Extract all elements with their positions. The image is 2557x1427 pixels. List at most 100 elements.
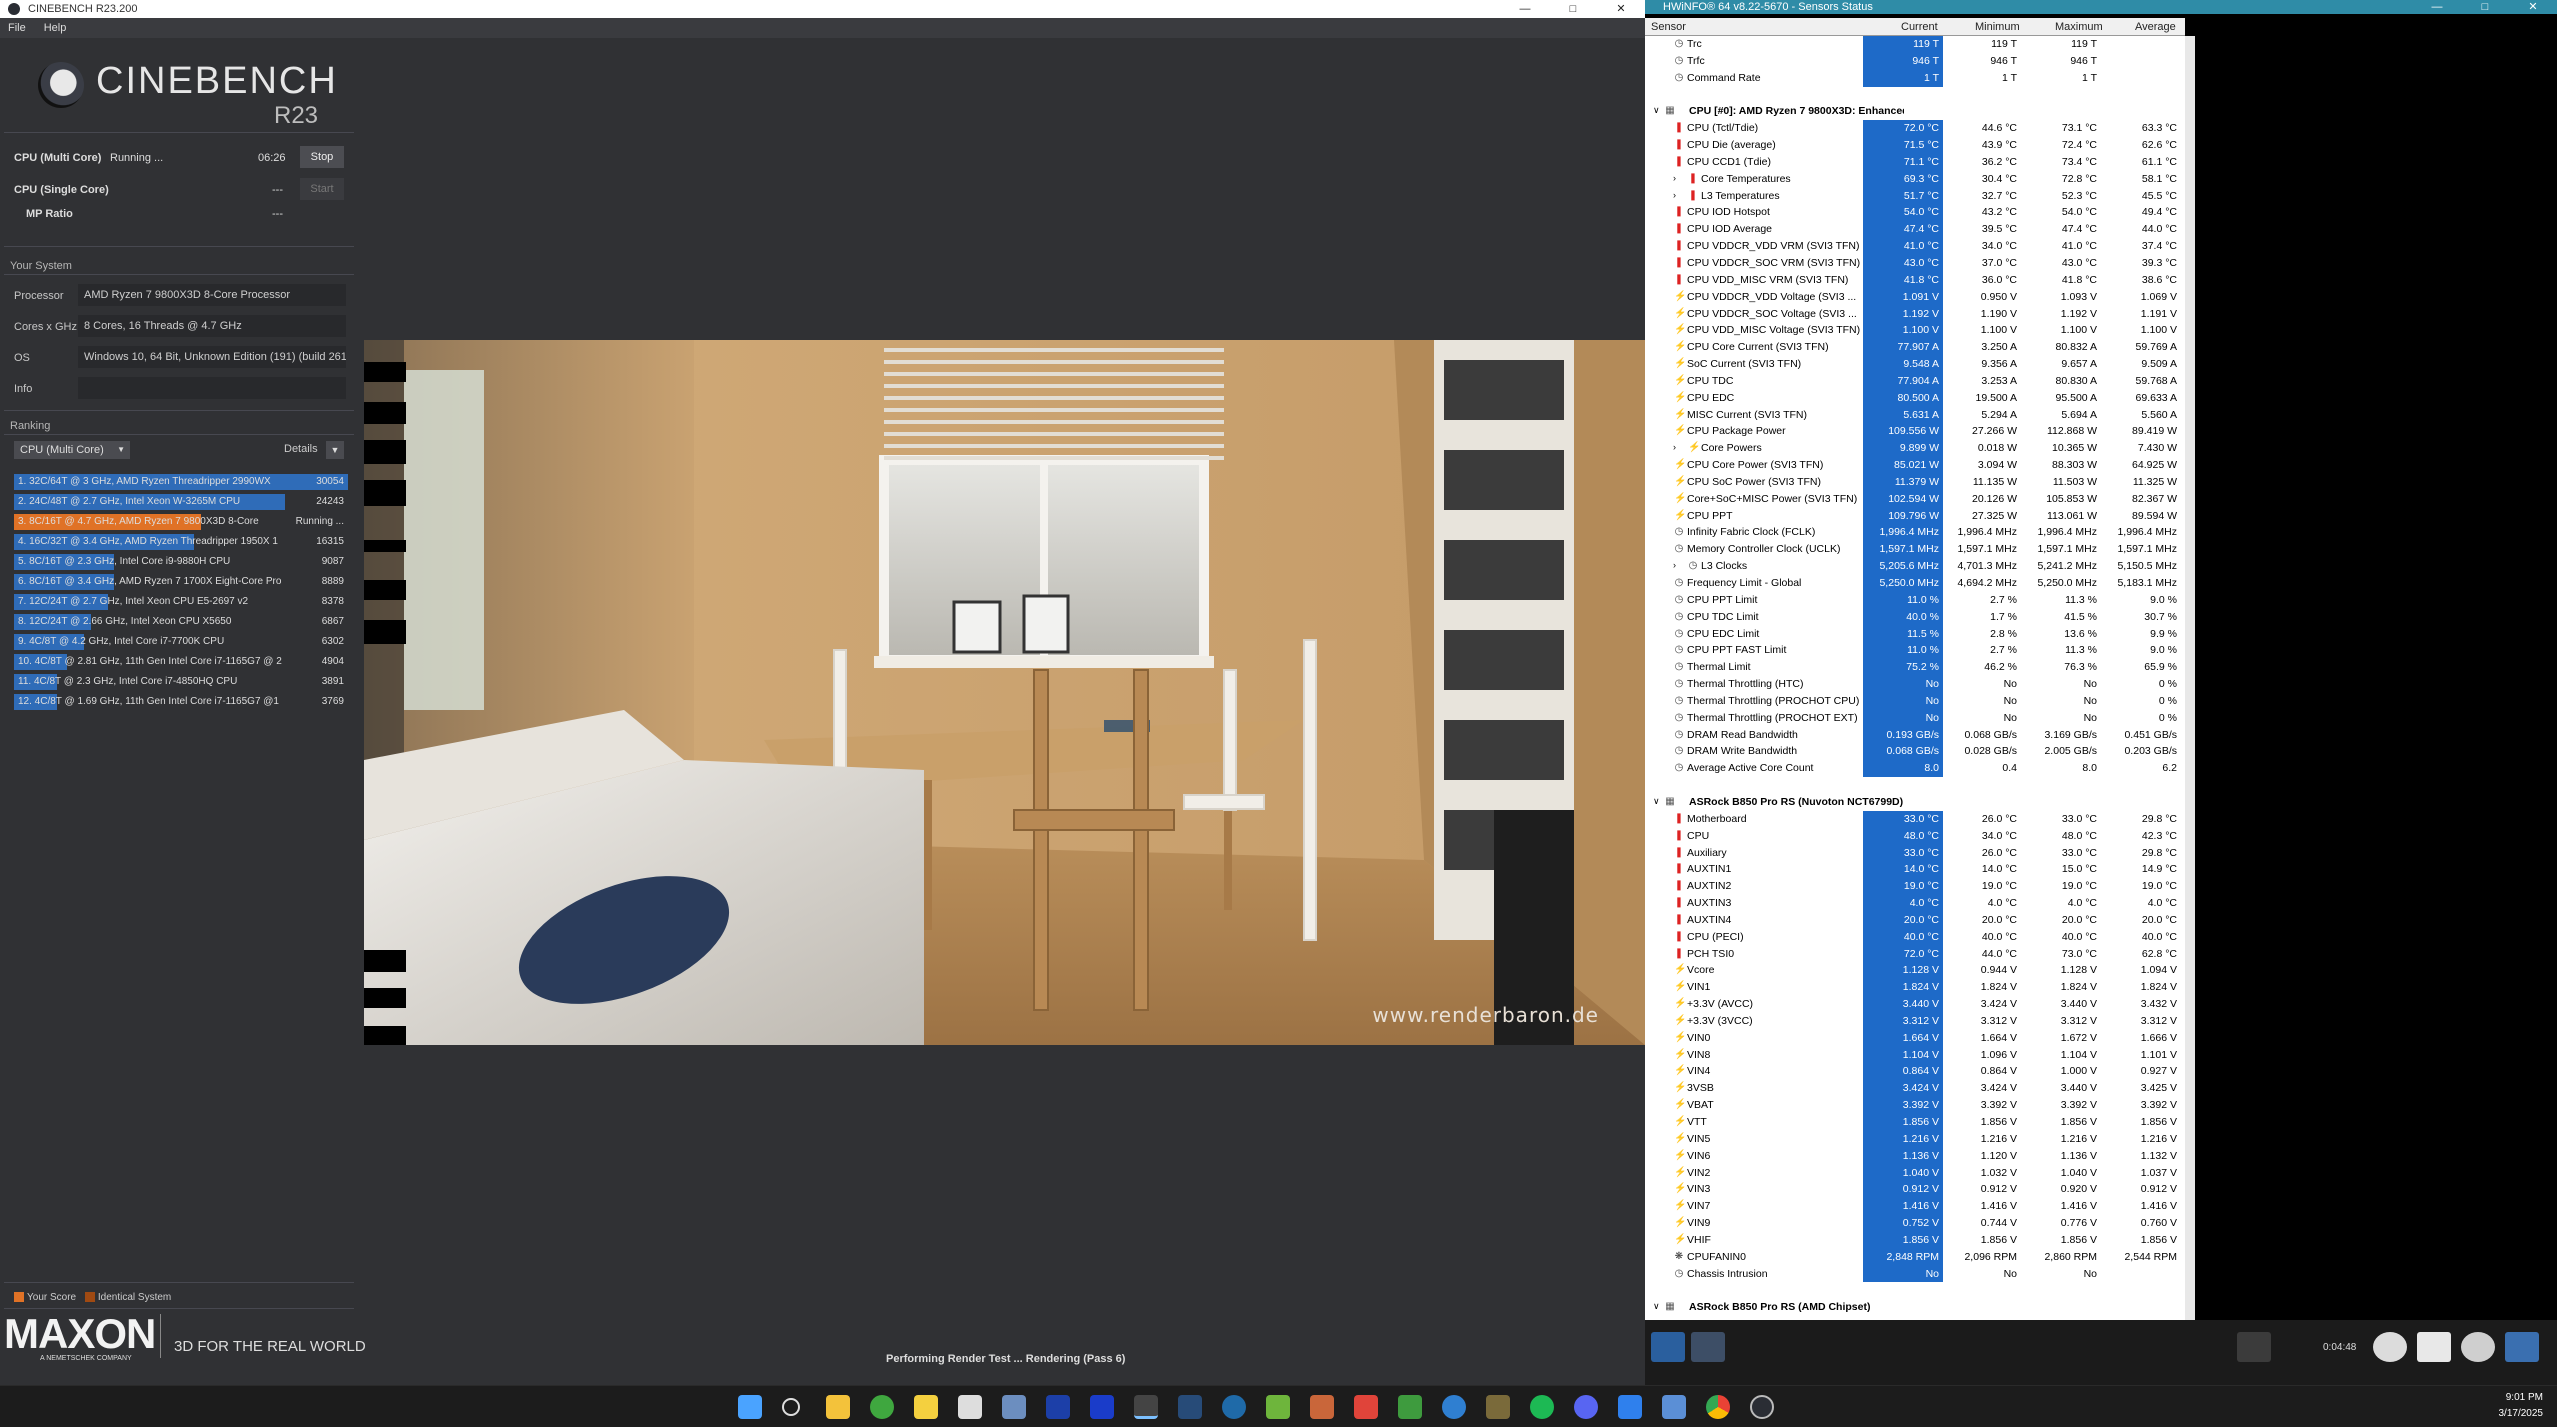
sensor-row[interactable]: ⚡ VTT 1.856 V 1.856 V 1.856 V 1.856 V [1645, 1114, 2185, 1131]
app-icon-12[interactable] [1618, 1395, 1642, 1419]
sensor-scrollbar[interactable] [2185, 36, 2195, 1320]
sensor-row[interactable]: ❚ CPU (PECI) 40.0 °C 40.0 °C 40.0 °C 40.0 °C [1645, 928, 2185, 946]
menu-file[interactable]: File [8, 22, 26, 34]
discord-icon[interactable] [1574, 1395, 1598, 1419]
sensor-row[interactable]: ⚡ CPU Core Current (SVI3 TFN) 77.907 A 3.25… [1645, 339, 2185, 357]
sensor-row[interactable]: ⚡ VIN1 1.824 V 1.824 V 1.824 V 1.824 V [1645, 979, 2185, 997]
sensor-row[interactable]: ⚡ CPU VDD_MISC Voltage (SVI3 TFN) 1.100 V1… [1645, 322, 2185, 340]
sensor-row[interactable]: ⚡ CPU PPT 109.796 W 27.325 W 113.061 W 89.594… [1645, 507, 2185, 525]
sensor-row[interactable]: ❚ CPU VDDCR_SOC VRM (SVI3 TFN) 43.0 °C 37.0… [1645, 254, 2185, 272]
sensor-row[interactable]: ⚡ +3.3V (AVCC) 3.440 V 3.424 V 3.440 V 3.432 … [1645, 996, 2185, 1013]
settings-gear-icon[interactable] [2461, 1332, 2495, 1362]
sensor-row[interactable]: ⚡ Vcore 1.128 V 0.944 V 1.128 V 1.094 V [1645, 962, 2185, 980]
spotify-icon[interactable] [1530, 1395, 1554, 1419]
app-icon-5[interactable] [1090, 1395, 1114, 1419]
sensor-row[interactable]: › ❚ Core Temperatures 69.3 °C 30.4 °C 72.8 °C… [1645, 170, 2185, 188]
sensor-row[interactable]: › ⚡ Core Powers 9.899 W 0.018 W 10.365 W 7.430… [1645, 440, 2185, 458]
minimize-icon[interactable]: — [1501, 0, 1549, 18]
info-field[interactable] [78, 377, 346, 399]
sensor-row[interactable]: ◷ Frequency Limit - Global 5,250.0 MHz 4,69… [1645, 575, 2185, 592]
app-icon-11[interactable] [1486, 1395, 1510, 1419]
col-maximum[interactable]: Maximum [2055, 21, 2103, 33]
hwinfo-titlebar[interactable]: HWiNFO® 64 v8.22-5670 - Sensors Status —… [1645, 0, 2557, 14]
ranking-row[interactable]: 9. 4C/8T @ 4.2 GHz, Intel Core i7-7700K … [14, 632, 348, 652]
hwinfo-taskbar-icon[interactable] [1134, 1395, 1158, 1419]
details-toggle-icon[interactable]: ▼ [326, 441, 344, 459]
sensor-row[interactable]: ⚡ VIN4 0.864 V 0.864 V 1.000 V 0.927 V [1645, 1063, 2185, 1081]
sensor-row[interactable]: ◷ Chassis Intrusion No No No [1645, 1265, 2185, 1283]
chrome-icon[interactable] [1706, 1395, 1730, 1419]
sensor-row[interactable]: ⚡ CPU VDDCR_VDD Voltage (SVI3 ... 1.091 V0… [1645, 288, 2185, 306]
sensor-row[interactable]: ⚡ VBAT 3.392 V 3.392 V 3.392 V 3.392 V [1645, 1097, 2185, 1114]
app-icon-3[interactable] [1002, 1395, 1026, 1419]
sensor-row[interactable]: ❚ AUXTIN4 20.0 °C 20.0 °C 20.0 °C 20.0 °C [1645, 911, 2185, 929]
search-icon[interactable] [782, 1398, 800, 1416]
sensor-row[interactable]: ◷ Trc 119 T 119 T 119 T [1645, 36, 2185, 53]
ranking-row[interactable]: 11. 4C/8T @ 2.3 GHz, Intel Core i7-4850H… [14, 672, 348, 692]
ranking-row[interactable]: 2. 24C/48T @ 2.7 GHz, Intel Xeon W-3265M… [14, 492, 348, 512]
col-minimum[interactable]: Minimum [1975, 21, 2020, 33]
report-icon[interactable] [2417, 1332, 2451, 1362]
sensor-row[interactable]: ⚡ Core+SoC+MISC Power (SVI3 TFN) 102.594 W… [1645, 490, 2185, 508]
sensor-row[interactable]: ⚡ 3VSB 3.424 V 3.424 V 3.440 V 3.425 V [1645, 1080, 2185, 1098]
sensor-row[interactable]: ◷ DRAM Write Bandwidth 0.068 GB/s 0.028 GB/… [1645, 743, 2185, 761]
ranking-row[interactable]: 7. 12C/24T @ 2.7 GHz, Intel Xeon CPU E5-… [14, 592, 348, 612]
app-icon-9[interactable] [1354, 1395, 1378, 1419]
network-icon[interactable] [2237, 1332, 2271, 1362]
file-explorer-icon[interactable] [826, 1395, 850, 1419]
expand-chevron-icon[interactable]: › [1673, 190, 1676, 200]
sensor-row[interactable]: ⚡ VIN6 1.136 V 1.120 V 1.136 V 1.132 V [1645, 1147, 2185, 1165]
col-average[interactable]: Average [2135, 21, 2176, 33]
sensor-row[interactable]: ◷ Infinity Fabric Clock (FCLK) 1,996.4 MHz… [1645, 524, 2185, 542]
col-sensor[interactable]: Sensor [1651, 21, 1686, 33]
collapse-right-icon[interactable] [1691, 1332, 1725, 1362]
sensor-row[interactable]: › ❚ L3 Temperatures 51.7 °C 32.7 °C 52.3 °C 45… [1645, 187, 2185, 205]
sensor-row[interactable]: ◷ Memory Controller Clock (UCLK) 1,597.1 M… [1645, 541, 2185, 559]
expand-chevron-icon[interactable]: › [1673, 560, 1676, 570]
app-icon-4[interactable] [1046, 1395, 1070, 1419]
sensor-row[interactable]: ◷ Trfc 946 T 946 T 946 T [1645, 52, 2185, 70]
expand-chevron-icon[interactable]: ∨ [1653, 105, 1660, 116]
collapse-left-icon[interactable] [1651, 1332, 1685, 1362]
sensor-row[interactable]: ◷ Thermal Throttling (PROCHOT CPU) No No No 0… [1645, 692, 2185, 710]
ranking-row[interactable]: 3. 8C/16T @ 4.7 GHz, AMD Ryzen 7 9800X3D… [14, 512, 348, 532]
sensor-row[interactable]: ❚ CPU IOD Hotspot 54.0 °C 43.2 °C 54.0 °C 49.… [1645, 204, 2185, 222]
sensor-row[interactable]: ⚡ VIN7 1.416 V 1.416 V 1.416 V 1.416 V [1645, 1198, 2185, 1216]
maximize-icon[interactable]: □ [1549, 0, 1597, 18]
sensor-row[interactable]: ❚ PCH TSI0 72.0 °C 44.0 °C 73.0 °C 62.8 °C [1645, 945, 2185, 963]
col-current[interactable]: Current [1901, 21, 1938, 33]
system-clock[interactable]: 9:01 PM 3/17/2025 [2499, 1390, 2544, 1422]
xbox-icon[interactable] [870, 1395, 894, 1419]
sensor-row[interactable]: ⚡ VHIF 1.856 V 1.856 V 1.856 V 1.856 V [1645, 1231, 2185, 1249]
sensor-row[interactable]: ⚡ CPU TDC 77.904 A 3.253 A 80.830 A 59.768 A [1645, 372, 2185, 390]
sensor-group-row[interactable]: ∨ ▦ ASRock B850 Pro RS (Nuvoton NCT6799D) [1645, 794, 2185, 811]
app-icon-6[interactable] [1222, 1395, 1246, 1419]
menu-help[interactable]: Help [44, 22, 67, 34]
sensor-row[interactable]: ❚ CPU Die (average) 71.5 °C 43.9 °C 72.4 °C 6… [1645, 137, 2185, 154]
sensor-row[interactable]: ❚ AUXTIN3 4.0 °C 4.0 °C 4.0 °C 4.0 °C [1645, 895, 2185, 912]
sensor-row[interactable]: ❚ Motherboard 33.0 °C 26.0 °C 33.0 °C 29.8 °C [1645, 810, 2185, 828]
sensor-row[interactable]: ⚡ CPU SoC Power (SVI3 TFN) 11.379 W 11.135 … [1645, 473, 2185, 491]
ranking-row[interactable]: 4. 16C/32T @ 3.4 GHz, AMD Ryzen Threadri… [14, 532, 348, 552]
start-icon[interactable] [738, 1395, 762, 1419]
sensor-row[interactable]: ◷ CPU PPT Limit 11.0 % 2.7 % 11.3 % 9.0 % [1645, 591, 2185, 609]
hwinfo-close-icon[interactable] [2505, 1332, 2539, 1362]
sensor-row[interactable]: ⚡ CPU Package Power 109.556 W 27.266 W 112.8… [1645, 423, 2185, 441]
sensor-row[interactable]: ⚡ CPU EDC 80.500 A 19.500 A 95.500 A 69.633 A [1645, 389, 2185, 407]
sensor-row[interactable]: ⚡ MISC Current (SVI3 TFN) 5.631 A 5.294 A 5.… [1645, 406, 2185, 424]
edge-icon[interactable] [1442, 1395, 1466, 1419]
sensor-row[interactable]: ⚡ CPU VDDCR_SOC Voltage (SVI3 ... 1.192 V1… [1645, 305, 2185, 323]
ranking-row[interactable]: 6. 8C/16T @ 3.4 GHz, AMD Ryzen 7 1700X E… [14, 572, 348, 592]
details-label[interactable]: Details [284, 443, 318, 455]
sensor-row[interactable]: ❚ CPU VDDCR_VDD VRM (SVI3 TFN) 41.0 °C 34.0… [1645, 238, 2185, 255]
sensor-row[interactable]: ⚡ VIN9 0.752 V 0.744 V 0.776 V 0.760 V [1645, 1215, 2185, 1232]
stop-button[interactable]: Stop [300, 146, 344, 168]
sensor-group-row[interactable]: ∨ ▦ CPU [#0]: AMD Ryzen 7 9800X3D: Enhance… [1645, 103, 2185, 120]
sensor-row[interactable]: › ◷ L3 Clocks 5,205.6 MHz 4,701.3 MHz 5,241.2… [1645, 558, 2185, 575]
ranking-select[interactable]: CPU (Multi Core) ▼ [14, 441, 130, 459]
start-button[interactable]: Start [300, 178, 344, 200]
cinebench-taskbar-icon[interactable] [1750, 1395, 1774, 1419]
close-icon[interactable]: ✕ [1597, 0, 1645, 18]
sensor-row[interactable]: ❚ CPU 48.0 °C 34.0 °C 48.0 °C 42.3 °C [1645, 827, 2185, 845]
app-icon-13[interactable] [1662, 1395, 1686, 1419]
